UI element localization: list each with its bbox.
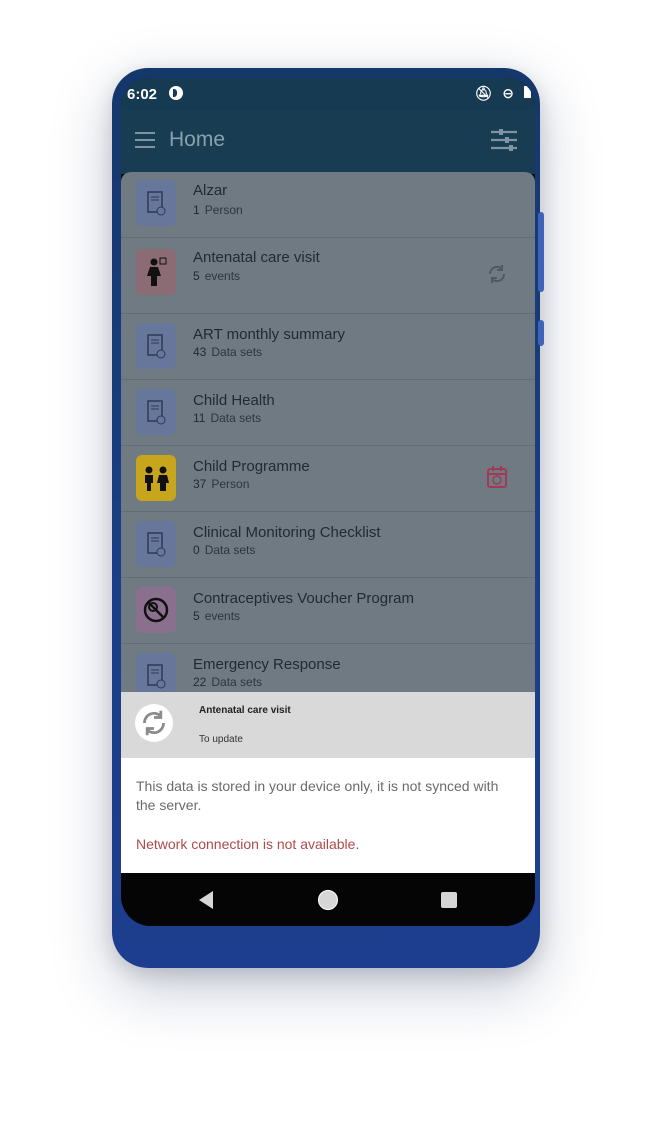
program-name: Alzar: [193, 182, 228, 199]
program-count: 43: [193, 345, 207, 359]
program-name: ART monthly summary: [193, 326, 345, 343]
list-item[interactable]: Clinical Monitoring Checklist 0 Data sets: [121, 511, 535, 578]
sync-info-panel: This data is stored in your device only,…: [121, 758, 535, 873]
power-button: [538, 320, 544, 346]
program-count: 1: [193, 203, 200, 217]
back-icon[interactable]: [199, 891, 213, 909]
calendar-icon[interactable]: [487, 466, 507, 488]
android-nav-bar: [121, 873, 535, 926]
program-unit: Person: [204, 203, 243, 217]
no-contraceptive-icon: [136, 587, 176, 633]
battery-icon: [524, 86, 531, 98]
menu-icon[interactable]: [135, 132, 155, 148]
filter-icon[interactable]: [491, 129, 517, 151]
list-item[interactable]: Emergency Response 22 Data sets: [121, 643, 535, 692]
list-item[interactable]: Child Programme 37 Person: [121, 445, 535, 512]
program-name: Emergency Response: [193, 656, 341, 673]
sync-icon: [143, 710, 165, 736]
status-bar: 6:02 🔕︎ ⊖: [121, 78, 535, 110]
program-count: 37: [193, 477, 207, 491]
sync-state: To update: [199, 734, 243, 745]
program-count: 22: [193, 675, 207, 689]
data-set-icon: [136, 521, 176, 567]
recent-apps-icon[interactable]: [441, 892, 457, 908]
program-name: Child Health: [193, 392, 275, 409]
list-item[interactable]: Antenatal care visit 5 events: [121, 237, 535, 314]
list-item[interactable]: Contraceptives Voucher Program 5 events: [121, 577, 535, 644]
children-icon: [136, 455, 176, 501]
data-set-icon: [136, 180, 176, 226]
program-unit: events: [204, 609, 241, 623]
program-count: 5: [193, 609, 200, 623]
program-name: Contraceptives Voucher Program: [193, 590, 414, 607]
program-unit: Data sets: [210, 411, 262, 425]
list-item[interactable]: Child Health 11 Data sets: [121, 379, 535, 446]
sync-status-icon-wrap: [135, 704, 173, 742]
sync-message: This data is stored in your device only,…: [136, 778, 499, 813]
volume-button: [538, 212, 544, 292]
do-not-disturb-icon: ⊖: [502, 85, 514, 101]
page-title: Home: [169, 128, 226, 151]
list-item[interactable]: ART monthly summary 43 Data sets: [121, 313, 535, 380]
notification-icon: [169, 86, 183, 100]
status-time: 6:02: [127, 86, 158, 103]
list-item[interactable]: Alzar 1 Person: [121, 172, 535, 238]
home-icon[interactable]: [318, 890, 338, 910]
pregnant-woman-icon: [136, 249, 176, 295]
sync-icon[interactable]: [487, 263, 507, 285]
program-name: Child Programme: [193, 458, 310, 475]
app-toolbar: Home: [121, 110, 535, 174]
program-count: 11: [193, 411, 206, 425]
program-count: 0: [193, 543, 200, 557]
program-unit: Data sets: [211, 675, 263, 689]
data-set-icon: [136, 323, 176, 369]
network-error: Network connection is not available.: [136, 836, 360, 852]
data-set-icon: [136, 653, 176, 692]
program-unit: events: [204, 269, 241, 283]
program-unit: Data sets: [211, 345, 263, 359]
program-name: Clinical Monitoring Checklist: [193, 524, 381, 541]
program-unit: Data sets: [204, 543, 256, 557]
program-name: Antenatal care visit: [193, 249, 320, 266]
bell-off-icon: 🔕︎: [474, 85, 493, 101]
program-unit: Person: [211, 477, 250, 491]
data-set-icon: [136, 389, 176, 435]
sync-program-name: Antenatal care visit: [199, 705, 291, 716]
phone-screen: 6:02 🔕︎ ⊖ Home Alzar 1 Person Antenatal …: [121, 78, 535, 926]
program-list: Alzar 1 Person Antenatal care visit 5 even…: [121, 172, 535, 692]
sync-status-header: Antenatal care visit To update: [121, 692, 535, 758]
program-count: 5: [193, 269, 200, 283]
